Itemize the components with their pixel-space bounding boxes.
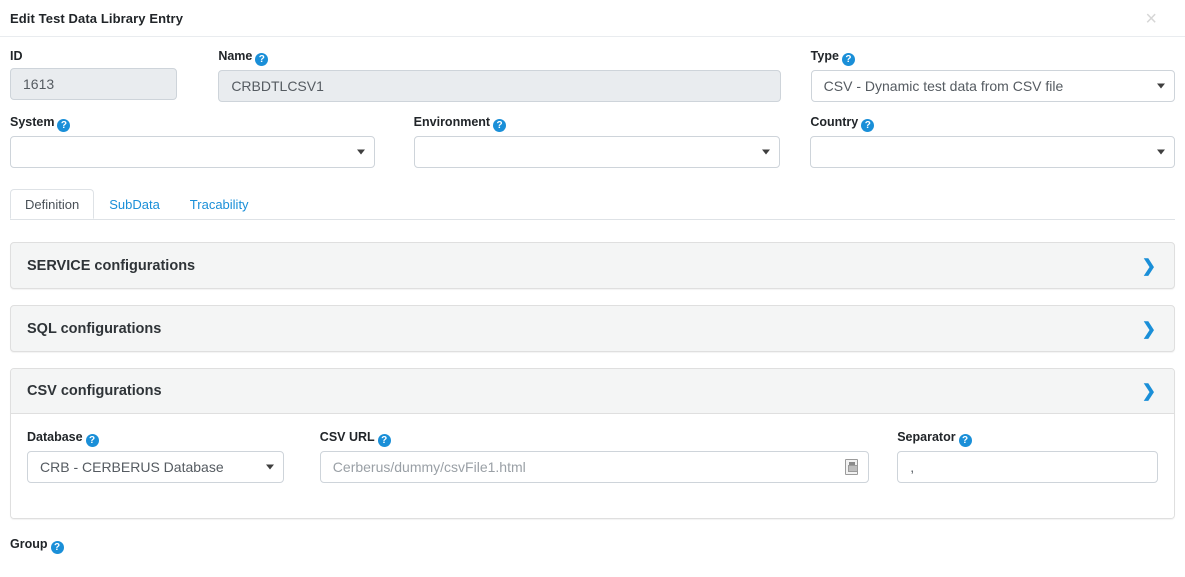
field-group-database: Database? CRB - CERBERUS Database [27, 430, 284, 483]
field-group-type: Type? CSV - Dynamic test data from CSV f… [810, 49, 1175, 102]
label-name-text: Name [218, 49, 253, 63]
label-separator-text: Separator [897, 430, 956, 444]
form-row-secondary: System? Environment? Country? [10, 115, 1175, 181]
label-separator: Separator? [897, 430, 1158, 447]
help-icon-system[interactable]: ? [57, 119, 71, 132]
database-select-value: CRB - CERBERUS Database [40, 459, 224, 475]
label-id-text: ID [10, 49, 23, 63]
configurations-accordion: SERVICE configurations ❯ SQL configurati… [10, 242, 1175, 519]
help-icon-separator[interactable]: ? [958, 434, 972, 447]
field-group-id: ID 1613 [10, 49, 178, 102]
label-group-text: Group [10, 537, 48, 551]
modal-header: Edit Test Data Library Entry × [0, 0, 1185, 37]
tab-definition[interactable]: Definition [10, 189, 95, 219]
close-icon[interactable]: × [1145, 9, 1157, 29]
modal-body: ID 1613 Name? CRBDTLCSV1 Type? CSV - Dyn… [0, 37, 1185, 519]
csv-url-placeholder: Cerberus/dummy/csvFile1.html [332, 459, 526, 475]
system-select[interactable] [10, 136, 375, 168]
tab-bar: Definition SubData Tracability [10, 189, 1175, 220]
chevron-down-icon [762, 149, 771, 155]
help-icon-group[interactable]: ? [50, 541, 64, 554]
label-name: Name? [218, 49, 780, 66]
edit-test-data-library-entry-modal: Edit Test Data Library Entry × ID 1613 N… [0, 0, 1185, 577]
tab-tracability[interactable]: Tracability [175, 189, 264, 219]
help-icon-type[interactable]: ? [841, 53, 855, 66]
page-title: Edit Test Data Library Entry [10, 10, 184, 26]
label-csv-url: CSV URL? [320, 430, 869, 447]
id-input[interactable]: 1613 [10, 68, 178, 100]
panel-title-sql: SQL configurations [27, 320, 162, 337]
panel-service-configurations: SERVICE configurations ❯ [10, 242, 1175, 289]
panel-body-csv: Database? CRB - CERBERUS Database CSV UR… [11, 414, 1174, 518]
help-icon-name[interactable]: ? [255, 53, 269, 66]
panel-sql-configurations: SQL configurations ❯ [10, 305, 1175, 352]
field-group-separator: Separator? , [897, 430, 1158, 483]
chevron-down-icon [1157, 83, 1165, 89]
field-group-country: Country? [810, 115, 1175, 168]
field-group-name: Name? CRBDTLCSV1 [218, 49, 781, 102]
panel-header-sql[interactable]: SQL configurations ❯ [11, 306, 1174, 351]
csv-url-input[interactable]: Cerberus/dummy/csvFile1.html [319, 451, 870, 483]
label-system-text: System [10, 115, 55, 129]
field-group-csv-url: CSV URL? Cerberus/dummy/csvFile1.html [319, 430, 870, 483]
form-row-primary: ID 1613 Name? CRBDTLCSV1 Type? CSV - Dyn… [10, 49, 1175, 115]
csv-form-row: Database? CRB - CERBERUS Database CSV UR… [27, 430, 1158, 496]
help-icon-database[interactable]: ? [85, 434, 99, 447]
chevron-right-icon[interactable]: ❯ [1142, 383, 1156, 400]
panel-header-service[interactable]: SERVICE configurations ❯ [11, 243, 1174, 288]
help-icon-csv-url[interactable]: ? [377, 434, 391, 447]
panel-csv-configurations: CSV configurations ❯ Database? CRB - CER… [10, 368, 1175, 519]
label-country-text: Country [810, 115, 859, 129]
chevron-down-icon [356, 149, 365, 155]
name-input[interactable]: CRBDTLCSV1 [218, 70, 781, 102]
database-select[interactable]: CRB - CERBERUS Database [27, 451, 284, 483]
label-environment-text: Environment [413, 115, 491, 129]
label-system: System? [10, 115, 375, 132]
type-select-value: CSV - Dynamic test data from CSV file [823, 78, 1064, 94]
tab-subdata[interactable]: SubData [94, 189, 175, 219]
panel-header-csv[interactable]: CSV configurations ❯ [11, 369, 1174, 414]
field-group-group: Group? [0, 537, 1185, 554]
file-browse-icon[interactable] [845, 459, 859, 475]
separator-input[interactable]: , [897, 451, 1158, 483]
environment-select[interactable] [413, 136, 781, 168]
field-group-system: System? [10, 115, 375, 168]
label-id: ID [10, 49, 177, 64]
label-group: Group? [10, 537, 1175, 554]
label-type-text: Type [810, 49, 839, 63]
panel-title-service: SERVICE configurations [27, 257, 196, 274]
chevron-right-icon[interactable]: ❯ [1142, 320, 1156, 337]
label-country: Country? [810, 115, 1175, 132]
chevron-down-icon [1157, 149, 1165, 155]
help-icon-country[interactable]: ? [861, 119, 875, 132]
label-database-text: Database [27, 430, 83, 444]
label-csv-url-text: CSV URL [319, 430, 375, 444]
chevron-down-icon [265, 464, 274, 470]
help-icon-environment[interactable]: ? [493, 119, 507, 132]
type-select[interactable]: CSV - Dynamic test data from CSV file [810, 70, 1175, 102]
panel-title-csv: CSV configurations [27, 383, 162, 399]
country-select[interactable] [810, 136, 1175, 168]
label-environment: Environment? [414, 115, 781, 132]
chevron-right-icon[interactable]: ❯ [1142, 257, 1156, 274]
field-group-environment: Environment? [413, 115, 781, 168]
label-database: Database? [27, 430, 284, 447]
label-type: Type? [811, 49, 1175, 66]
